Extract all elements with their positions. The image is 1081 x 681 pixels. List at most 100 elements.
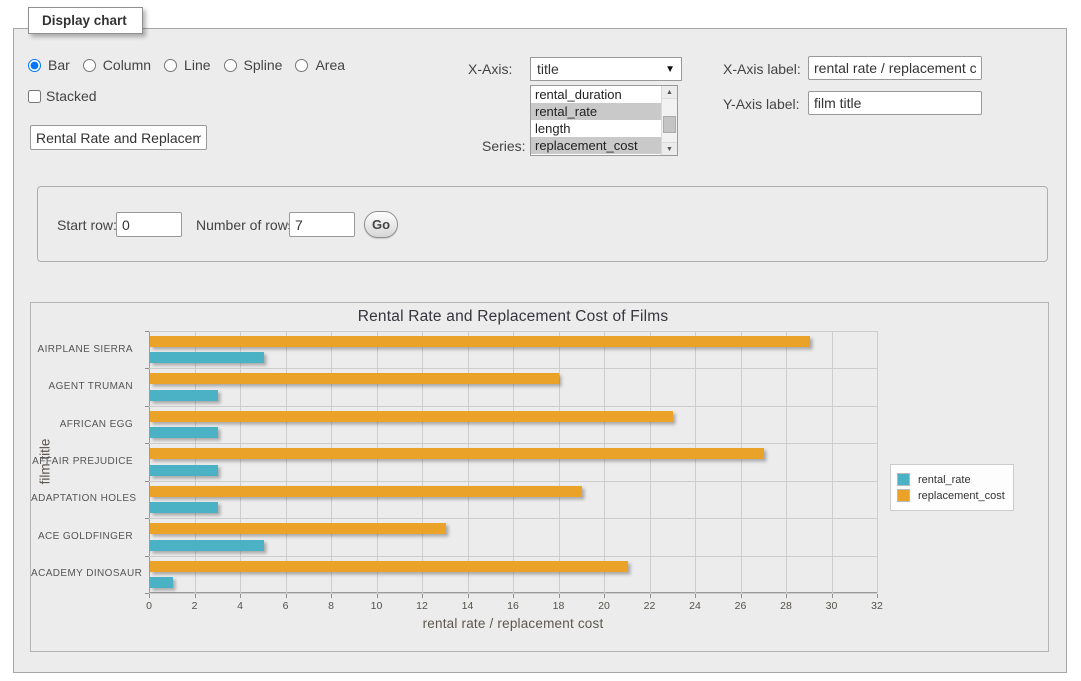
number-of-rows-caption: Number of rows: [196, 217, 299, 233]
y-axis-tick [145, 443, 149, 444]
gridline [695, 331, 696, 593]
y-axis-tick [145, 368, 149, 369]
x-tick-label: 24 [678, 600, 712, 612]
y-axis-line [149, 331, 150, 593]
bar-rental_rate [150, 390, 218, 401]
bar-rental_rate [150, 577, 173, 588]
chart-title-input[interactable] [30, 125, 207, 150]
stacked-checkbox[interactable] [28, 90, 41, 103]
x-axis-label-input[interactable] [808, 56, 982, 80]
gridline [240, 331, 241, 593]
number-of-rows-input[interactable] [289, 212, 355, 237]
gridline [604, 331, 605, 593]
x-tick-label: 22 [633, 600, 667, 612]
gridline [559, 331, 560, 593]
series-scrollbar[interactable]: ▲ ▼ [661, 86, 677, 155]
x-tick-label: 2 [178, 600, 212, 612]
x-tick-label: 4 [223, 600, 257, 612]
start-row-caption: Start row: [57, 217, 117, 233]
panel-legend: Display chart [28, 7, 143, 34]
gridline [513, 331, 514, 593]
category-label: ACE GOLDFINGER [31, 531, 142, 542]
gridline [650, 331, 651, 593]
legend-label: replacement_cost [918, 490, 1005, 502]
series-listbox[interactable]: rental_durationrental_ratelengthreplacem… [530, 85, 678, 156]
x-axis-tick [331, 594, 332, 598]
chart-type-radio-bar[interactable] [28, 59, 41, 72]
x-axis-tick [741, 594, 742, 598]
chart-type-label-spline[interactable]: Spline [244, 57, 283, 73]
go-button[interactable]: Go [364, 211, 398, 238]
x-tick-label: 30 [815, 600, 849, 612]
row-range-panel [37, 186, 1048, 262]
x-axis-tick [559, 594, 560, 598]
x-axis-tick [650, 594, 651, 598]
bar-replacement_cost [150, 373, 559, 384]
x-axis-select[interactable]: title ▼ [530, 57, 682, 81]
y-axis-tick [145, 331, 149, 332]
bar-rental_rate [150, 502, 218, 513]
x-tick-label: 10 [360, 600, 394, 612]
gridline [331, 331, 332, 593]
chart-type-label-area[interactable]: Area [315, 57, 345, 73]
category-label: AFFAIR PREJUDICE [31, 456, 142, 467]
chart-type-radio-spline[interactable] [224, 59, 237, 72]
x-axis-tick [468, 594, 469, 598]
chart-title: Rental Rate and Replacement Cost of Film… [149, 308, 877, 326]
x-axis-tick [604, 594, 605, 598]
chart-type-radio-group: Bar Column Line Spline Area [28, 57, 354, 73]
scroll-down-icon[interactable]: ▼ [662, 142, 677, 155]
x-axis-select-caption: X-Axis: [468, 61, 512, 77]
gridline [786, 331, 787, 593]
bar-rental_rate [150, 427, 218, 438]
x-axis-tick [422, 594, 423, 598]
x-tick-label: 26 [724, 600, 758, 612]
y-axis-tick [145, 518, 149, 519]
bar-rental_rate [150, 540, 264, 551]
x-axis-tick [240, 594, 241, 598]
gridline [149, 406, 877, 407]
chart-type-label-line[interactable]: Line [184, 57, 210, 73]
series-option-length[interactable]: length [531, 120, 661, 137]
x-tick-label: 6 [269, 600, 303, 612]
stacked-label[interactable]: Stacked [46, 88, 97, 104]
x-tick-label: 12 [405, 600, 439, 612]
bar-replacement_cost [150, 411, 673, 422]
series-options: rental_durationrental_ratelengthreplacem… [531, 86, 661, 155]
x-axis-title: rental rate / replacement cost [149, 616, 877, 631]
start-row-input[interactable] [116, 212, 182, 237]
x-axis-tick [513, 594, 514, 598]
gridline [149, 481, 877, 482]
legend-swatch-icon [897, 473, 910, 486]
x-axis-tick [377, 594, 378, 598]
x-tick-label: 18 [542, 600, 576, 612]
legend-item-rental_rate: rental_rate [897, 473, 1005, 486]
scroll-up-icon[interactable]: ▲ [662, 86, 677, 99]
gridline [149, 556, 877, 557]
legend-swatch-icon [897, 489, 910, 502]
chart-type-radio-line[interactable] [164, 59, 177, 72]
gridline [468, 331, 469, 593]
gridline [149, 443, 877, 444]
chart-type-label-column[interactable]: Column [103, 57, 151, 73]
scrollbar-thumb[interactable] [663, 116, 676, 133]
x-axis-tick [832, 594, 833, 598]
series-option-replacement_cost[interactable]: replacement_cost [531, 137, 661, 154]
gridline [195, 331, 196, 593]
y-axis-label-input[interactable] [808, 91, 982, 115]
legend-item-replacement_cost: replacement_cost [897, 489, 1005, 502]
category-label: AIRPLANE SIERRA [31, 344, 142, 355]
category-label: AFRICAN EGG [31, 419, 142, 430]
x-tick-label: 20 [587, 600, 621, 612]
x-tick-label: 16 [496, 600, 530, 612]
chart-type-label-bar[interactable]: Bar [48, 57, 70, 73]
chart-type-radio-area[interactable] [295, 59, 308, 72]
gridline [149, 331, 877, 332]
series-option-rental_rate[interactable]: rental_rate [531, 103, 661, 120]
x-tick-label: 14 [451, 600, 485, 612]
chart-type-radio-column[interactable] [83, 59, 96, 72]
gridline [149, 368, 877, 369]
x-tick-label: 32 [860, 600, 894, 612]
series-option-rental_duration[interactable]: rental_duration [531, 86, 661, 103]
gridline [286, 331, 287, 593]
